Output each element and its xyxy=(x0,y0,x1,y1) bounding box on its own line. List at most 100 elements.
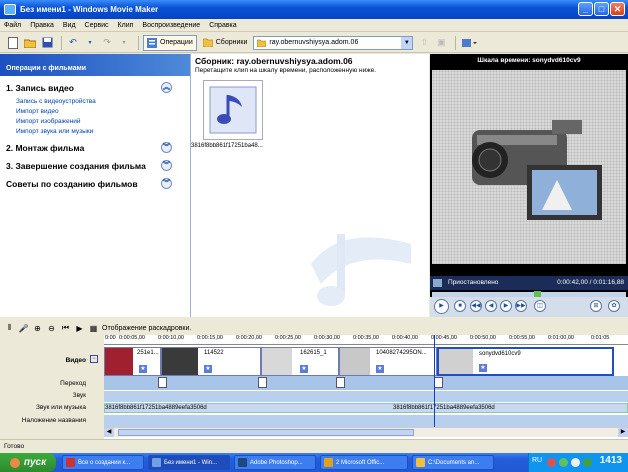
effect-star-icon: ★ xyxy=(479,364,487,372)
video-clip[interactable]: 162615_1 ★ xyxy=(261,347,339,376)
operations-tab[interactable]: Операции xyxy=(143,34,197,51)
scroll-left-icon[interactable]: ◀ xyxy=(104,428,114,437)
menu-view[interactable]: Вид xyxy=(63,22,76,29)
taskbar-item-label: Все о создании к... xyxy=(78,459,131,466)
open-project-icon[interactable] xyxy=(23,36,37,50)
tray-app-icon[interactable] xyxy=(583,458,592,467)
undo-icon[interactable]: ↶ xyxy=(66,36,80,50)
undo-dropdown-icon[interactable]: ▾ xyxy=(83,36,97,50)
previous-frame-icon[interactable]: ◀◀ xyxy=(470,300,482,312)
network-icon[interactable] xyxy=(559,458,568,467)
toolbar-separator xyxy=(61,35,62,50)
menu-play[interactable]: Воспроизведение xyxy=(142,22,200,29)
playhead[interactable] xyxy=(434,335,435,427)
video-clip[interactable]: 251e1... ★ xyxy=(104,347,161,376)
forward-icon[interactable]: ▶ xyxy=(500,300,512,312)
menu-help[interactable]: Справка xyxy=(209,22,236,29)
taskbar-item[interactable]: 2 Microsoft Offic... xyxy=(320,455,408,470)
close-button[interactable]: ✕ xyxy=(610,2,625,16)
clock: 1413 xyxy=(599,455,622,466)
collapse-track-icon[interactable]: − xyxy=(90,355,98,363)
language-indicator[interactable]: RU xyxy=(532,457,542,464)
video-clip[interactable]: 10408274295ON... ★ xyxy=(339,347,437,376)
playback-time: 0:00:42,00 / 0:01:16,88 xyxy=(557,279,624,286)
set-audio-levels-icon[interactable]: ⦀ xyxy=(4,323,15,334)
collection-clip-thumbnail[interactable] xyxy=(203,80,263,140)
chevron-down-icon[interactable]: ︾ xyxy=(161,160,172,171)
split-icon[interactable]: ◫ xyxy=(534,300,546,312)
play-icon[interactable]: ▶ xyxy=(434,299,449,314)
title-overlay-track[interactable] xyxy=(104,415,628,427)
stop-icon[interactable]: ■ xyxy=(454,300,466,312)
section-edit-movie[interactable]: 2. Монтаж фильма ︾ xyxy=(0,140,190,155)
video-clip-selected[interactable]: sonydvd610cv9 ★ xyxy=(437,347,614,376)
audio-track[interactable] xyxy=(104,391,628,402)
minimize-button[interactable]: _ xyxy=(578,2,593,16)
transition-slot[interactable] xyxy=(336,377,345,388)
taskbar-item[interactable]: C:\Documents an... xyxy=(412,455,494,470)
play-timeline-icon[interactable]: ▶ xyxy=(74,323,85,334)
maximize-button[interactable]: □ xyxy=(594,2,609,16)
transition-slot[interactable] xyxy=(158,377,167,388)
section-capture-video[interactable]: 1. Запись видео ︽ xyxy=(0,80,190,95)
new-collection-icon[interactable]: ▣ xyxy=(434,36,448,50)
video-clip[interactable]: 114522 ★ xyxy=(161,347,261,376)
clip-name: sonydvd610cv9 xyxy=(479,351,521,357)
link-import-pictures[interactable]: Импорт изображений xyxy=(16,118,80,125)
transition-track[interactable] xyxy=(104,376,628,390)
section-title: 1. Запись видео xyxy=(6,82,74,93)
section-finish-movie[interactable]: 3. Завершение создания фильма ︾ xyxy=(0,158,190,173)
link-import-audio[interactable]: Импорт звука или музыки xyxy=(16,128,93,135)
timeline-ruler[interactable]: 0:00 0:00:05,00 0:00:10,00 0:00:15,00 0:… xyxy=(104,335,628,345)
taskbar-item-label: Adobe Photoshop... xyxy=(250,459,303,466)
transition-slot[interactable] xyxy=(258,377,267,388)
zoom-out-icon[interactable]: ⊖ xyxy=(46,323,57,334)
taskbar-item[interactable]: Все о создании к... xyxy=(62,455,144,470)
menu-clip[interactable]: Клип xyxy=(118,22,134,29)
narrate-icon[interactable]: 🎤 xyxy=(18,323,29,334)
collection-up-icon[interactable]: ⇧ xyxy=(417,36,431,50)
section-movie-tips[interactable]: Советы по созданию фильмов ︾ xyxy=(0,176,190,191)
new-project-icon[interactable] xyxy=(6,36,20,50)
taskbar-item-label: Без имени1 - Win... xyxy=(164,459,218,466)
link-capture-device[interactable]: Запись с видеоустройства xyxy=(16,98,96,105)
scroll-right-icon[interactable]: ▶ xyxy=(618,428,628,437)
menu-tools[interactable]: Сервис xyxy=(85,22,109,29)
view-options-icon[interactable] xyxy=(460,36,480,50)
chevron-down-icon[interactable]: ︾ xyxy=(161,142,172,153)
menu-file[interactable]: Файл xyxy=(4,22,21,29)
effect-star-icon: ★ xyxy=(204,365,212,373)
ruler-tick: 0:00:35,00 xyxy=(353,335,379,341)
storyboard-view-icon[interactable]: ▦ xyxy=(88,323,99,334)
link-import-video[interactable]: Импорт видео xyxy=(16,108,59,115)
chevron-down-icon[interactable]: ▼ xyxy=(401,36,413,49)
timeline-scrollbar[interactable]: ◀ ▶ xyxy=(104,427,628,437)
chevron-down-icon[interactable]: ︾ xyxy=(161,178,172,189)
zoom-in-icon[interactable]: ⊕ xyxy=(32,323,43,334)
collection-select[interactable]: ray.obernuvshiysya.adom.06 ▼ xyxy=(253,35,414,50)
save-project-icon[interactable] xyxy=(40,36,54,50)
taskbar-item[interactable]: Adobe Photoshop... xyxy=(234,455,316,470)
redo-dropdown-icon[interactable]: ▾ xyxy=(117,36,131,50)
next-frame-icon[interactable]: ▶▶ xyxy=(515,300,527,312)
transition-slot[interactable] xyxy=(434,377,443,388)
scroll-thumb[interactable] xyxy=(118,429,414,436)
rewind-timeline-icon[interactable]: ⏮ xyxy=(60,323,71,334)
redo-icon[interactable]: ↷ xyxy=(100,36,114,50)
chevron-up-icon[interactable]: ︽ xyxy=(161,82,172,93)
back-icon[interactable]: ◀ xyxy=(485,300,497,312)
windows-logo-icon xyxy=(9,457,20,468)
movie-maker-app-icon xyxy=(4,4,16,15)
storyboard-toggle-label[interactable]: Отображение раскадровки. xyxy=(102,325,191,332)
fullscreen-icon[interactable]: ⊞ xyxy=(590,300,602,312)
snapshot-icon[interactable]: ✿ xyxy=(608,300,620,312)
antivirus-icon[interactable] xyxy=(547,458,556,467)
menu-edit[interactable]: Правка xyxy=(30,22,54,29)
volume-icon[interactable] xyxy=(571,458,580,467)
taskbar-item-active[interactable]: Без имени1 - Win... xyxy=(148,455,230,470)
music-track[interactable]: 3816f8bb861f17251ba4889eefa3506d 3816f8b… xyxy=(104,403,628,413)
collection-clip-label: 3816f8bb861f17251ba48... xyxy=(191,143,263,149)
start-label: пуск xyxy=(23,457,47,468)
collections-tab[interactable]: Сборники xyxy=(200,35,251,51)
start-button[interactable]: пуск xyxy=(0,453,56,472)
